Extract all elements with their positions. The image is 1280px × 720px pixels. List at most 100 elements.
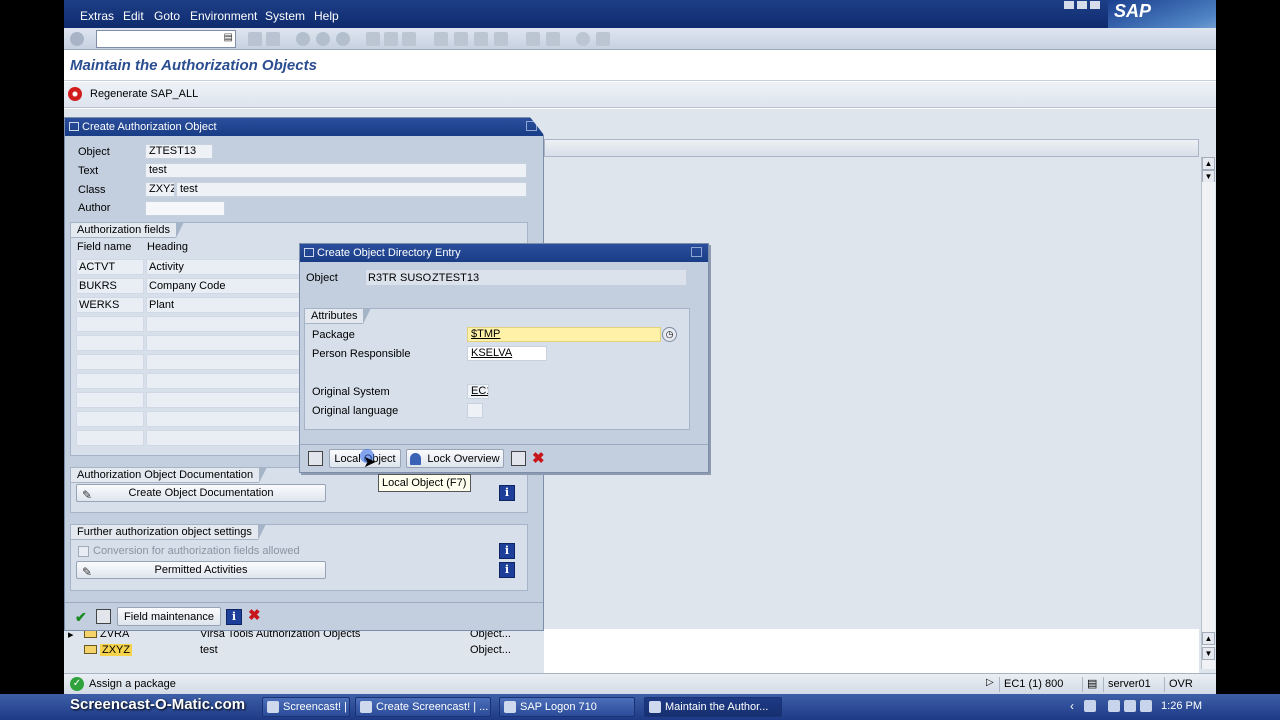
regenerate-sap-all-button[interactable]: Regenerate SAP_ALL (68, 84, 207, 104)
screencast-watermark: Screencast-O-Matic.com (70, 696, 246, 713)
scroll-down-icon[interactable]: ▼ (1202, 647, 1215, 660)
help-icon[interactable] (511, 451, 526, 466)
table-row-empty[interactable] (76, 316, 144, 332)
check-icon[interactable]: ✔ (75, 609, 91, 625)
dialog-title-bar: Create Authorization Object (65, 118, 543, 136)
help-icon[interactable] (576, 32, 590, 46)
upper-scrollbar[interactable]: ▲ ▼ (1201, 157, 1215, 183)
command-field[interactable] (96, 30, 236, 48)
cancel-icon[interactable] (336, 32, 350, 46)
info-icon[interactable]: i (499, 485, 515, 501)
object-label: Object (78, 146, 110, 158)
find-next-icon[interactable] (402, 32, 416, 46)
object-type: SUSO (400, 272, 432, 284)
attributes-section: Attributes Package $TMP ◷ Person Respons… (304, 308, 690, 430)
tray-network-icon[interactable] (1084, 700, 1096, 712)
status-message: Assign a package (89, 678, 176, 690)
grid-header (544, 139, 1199, 157)
table-row-empty[interactable] (76, 354, 144, 370)
back-icon[interactable] (296, 32, 310, 46)
scroll-up-icon[interactable]: ▲ (1202, 157, 1215, 170)
scroll-up-icon[interactable]: ▲ (1202, 632, 1215, 645)
value-help-icon[interactable]: ◷ (662, 327, 677, 342)
find-icon[interactable] (384, 32, 398, 46)
close-icon[interactable] (691, 247, 702, 257)
save-icon[interactable] (96, 609, 111, 624)
shortcut-icon[interactable] (546, 32, 560, 46)
back-arrow-icon[interactable] (248, 32, 262, 46)
menu-system[interactable]: System (265, 9, 305, 23)
info-icon[interactable]: i (499, 543, 515, 559)
cancel-icon[interactable]: ✖ (532, 449, 545, 467)
conversion-checkbox[interactable] (78, 546, 89, 557)
window-controls[interactable] (1064, 0, 1106, 9)
author-field[interactable] (145, 201, 225, 216)
success-icon: ✓ (70, 677, 84, 691)
table-row-empty[interactable] (76, 430, 144, 446)
table-row-empty[interactable] (76, 411, 144, 427)
menu-edit[interactable]: Edit (123, 9, 144, 23)
enter-icon[interactable] (70, 32, 84, 46)
text-field[interactable]: test (145, 163, 527, 178)
mouse-pointer-icon: ➤ (363, 454, 377, 471)
dialog-title-bar: Create Object Directory Entry (300, 244, 708, 262)
sap-gui-window: Extras Edit Goto Environment System Help… (64, 0, 1216, 694)
person-responsible-input[interactable]: KSELVA (467, 346, 547, 361)
lock-overview-button[interactable]: Lock Overview (406, 449, 504, 468)
tree-area (544, 629, 1199, 673)
table-row-empty[interactable] (76, 335, 144, 351)
info-icon[interactable]: i (499, 562, 515, 578)
class-code-field[interactable]: ZXYZ (145, 182, 175, 197)
next-page-icon[interactable] (474, 32, 488, 46)
table-row-empty[interactable] (76, 392, 144, 408)
tray-app-icon[interactable] (1108, 700, 1120, 712)
section-title: Authorization fields (70, 222, 184, 238)
table-row-empty (146, 430, 301, 446)
permitted-activities-button[interactable]: ✎ Permitted Activities (76, 561, 326, 579)
layout-icon[interactable] (596, 32, 610, 46)
print-icon[interactable] (366, 32, 380, 46)
menu-goto[interactable]: Goto (154, 9, 180, 23)
table-row-empty (146, 373, 301, 389)
object-field[interactable]: ZTEST13 (145, 144, 213, 159)
section-title: Further authorization object settings (70, 524, 266, 540)
status-expand-icon[interactable]: ▷ (986, 677, 994, 688)
table-row-field[interactable]: BUKRS (76, 278, 144, 294)
menu-extras[interactable]: Extras (80, 9, 114, 23)
info-icon[interactable]: i (226, 609, 242, 625)
author-label: Author (78, 202, 111, 214)
menu-environment[interactable]: Environment (190, 9, 257, 23)
field-maintenance-button[interactable]: Field maintenance (117, 607, 221, 626)
page-title: Maintain the Authorization Objects (70, 57, 317, 74)
package-input[interactable]: $TMP (467, 327, 661, 342)
last-page-icon[interactable] (494, 32, 508, 46)
table-row-field[interactable]: WERKS (76, 297, 144, 313)
main-scrollbar[interactable]: ▲ ▼ (1201, 182, 1215, 669)
object-label: Object (306, 272, 338, 284)
cancel-icon[interactable]: ✖ (248, 606, 261, 624)
taskbar-item[interactable]: Screencast! | ... (262, 697, 350, 717)
application-toolbar: Regenerate SAP_ALL (64, 82, 1216, 108)
status-server-icon[interactable]: ▤ (1082, 677, 1102, 692)
original-system-field: EC1 (467, 384, 489, 399)
taskbar-item[interactable]: SAP Logon 710 (499, 697, 635, 717)
previous-page-icon[interactable] (454, 32, 468, 46)
col-heading: Heading (147, 241, 188, 253)
tree-desc: test (200, 644, 218, 656)
create-object-documentation-button[interactable]: ✎ Create Object Documentation (76, 484, 326, 502)
exit-icon[interactable] (316, 32, 330, 46)
tray-security-icon[interactable] (1140, 700, 1152, 712)
table-row-empty[interactable] (76, 373, 144, 389)
menu-help[interactable]: Help (314, 9, 339, 23)
tree-row-zxyz[interactable]: ZXYZ (84, 644, 133, 656)
tray-expand-icon[interactable]: ‹ (1070, 699, 1074, 713)
save-icon[interactable] (308, 451, 323, 466)
new-session-icon[interactable] (526, 32, 540, 46)
taskbar-item[interactable]: Create Screencast! | ... (355, 697, 491, 717)
table-row-field[interactable]: ACTVT (76, 259, 144, 275)
tray-volume-icon[interactable] (1124, 700, 1136, 712)
table-row-empty (146, 354, 301, 370)
save-icon[interactable] (266, 32, 280, 46)
taskbar-item-active[interactable]: Maintain the Author... (644, 697, 782, 717)
first-page-icon[interactable] (434, 32, 448, 46)
